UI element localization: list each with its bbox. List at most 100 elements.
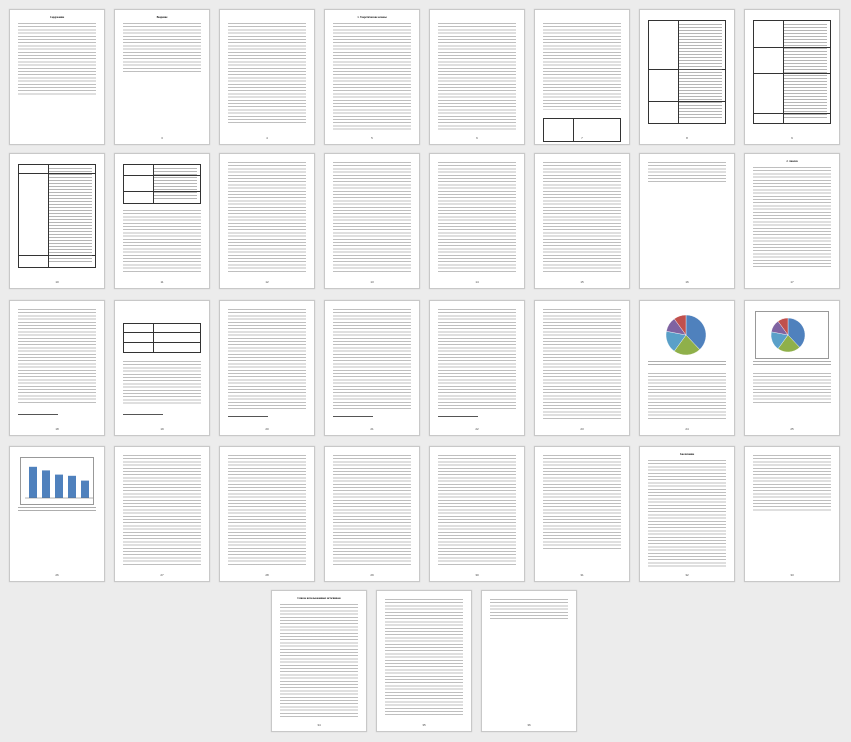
figure-caption xyxy=(648,361,726,367)
page-26[interactable]: 27 xyxy=(114,446,210,582)
text-lines xyxy=(228,455,306,567)
page-number: 5 xyxy=(371,136,373,140)
page-27[interactable]: 28 xyxy=(219,446,315,582)
page-35[interactable]: 36 xyxy=(481,590,577,732)
text-lines xyxy=(543,162,621,274)
page-3[interactable]: 4 xyxy=(219,9,315,145)
text-lines xyxy=(543,23,621,110)
footnote-rule xyxy=(438,416,478,417)
pie-chart-svg xyxy=(665,314,707,356)
page-number: 22 xyxy=(475,427,479,431)
page-18[interactable]: 19 xyxy=(114,300,210,436)
page-8[interactable]: 9 xyxy=(744,9,840,145)
page-24[interactable]: 25 xyxy=(744,300,840,436)
bar-chart xyxy=(20,457,94,505)
text-lines xyxy=(228,309,306,411)
page-17[interactable]: 18 xyxy=(9,300,105,436)
text-lines xyxy=(753,373,831,405)
page-4[interactable]: 1. Теоретические основы 5 xyxy=(324,9,420,145)
page-number: 11 xyxy=(160,280,164,284)
page-number: 18 xyxy=(55,427,59,431)
page-32[interactable]: 33 xyxy=(744,446,840,582)
text-lines xyxy=(123,361,201,405)
text-lines xyxy=(543,455,621,551)
bar xyxy=(81,480,89,498)
page-19[interactable]: 20 xyxy=(219,300,315,436)
contents-lines xyxy=(18,23,96,96)
pie-chart xyxy=(650,311,724,359)
bar xyxy=(29,466,37,498)
text-lines xyxy=(333,23,411,130)
page-14[interactable]: 15 xyxy=(534,153,630,289)
table xyxy=(753,20,831,124)
page-title: Заключение xyxy=(679,453,695,456)
page-title: 1. Теоретические основы xyxy=(357,16,387,19)
page-number: 27 xyxy=(160,573,164,577)
page-number: 29 xyxy=(370,573,374,577)
text-lines xyxy=(333,309,411,411)
page-10[interactable]: 11 xyxy=(114,153,210,289)
page-number: 35 xyxy=(422,723,426,727)
footnote-rule xyxy=(228,416,268,417)
page-30[interactable]: 31 xyxy=(534,446,630,582)
page-title xyxy=(543,16,621,22)
footnote-rule xyxy=(123,414,163,415)
text-lines xyxy=(648,460,726,567)
page-23[interactable]: 24 xyxy=(639,300,735,436)
page-title: 2. Анализ xyxy=(786,160,798,163)
page-number: 19 xyxy=(160,427,164,431)
page-11[interactable]: 12 xyxy=(219,153,315,289)
text-lines xyxy=(438,455,516,567)
page-34[interactable]: 35 xyxy=(376,590,472,732)
page-number: 20 xyxy=(265,427,269,431)
table xyxy=(648,20,726,124)
page-1[interactable]: Содержание xyxy=(9,9,105,145)
page-number: 14 xyxy=(475,280,479,284)
page-title xyxy=(438,16,516,22)
text-lines xyxy=(333,162,411,274)
page-22[interactable]: 23 xyxy=(534,300,630,436)
page-number: 21 xyxy=(370,427,374,431)
page-25[interactable]: 26 xyxy=(9,446,105,582)
page-number: 15 xyxy=(580,280,584,284)
text-lines xyxy=(753,455,831,511)
text-lines xyxy=(543,309,621,421)
page-number: 7 xyxy=(581,136,583,140)
text-lines xyxy=(648,162,726,182)
page-title: Список использованных источников xyxy=(297,597,341,600)
page-29[interactable]: 30 xyxy=(429,446,525,582)
text-lines xyxy=(123,210,201,274)
page-15[interactable]: 16 xyxy=(639,153,735,289)
page-33[interactable]: Список использованных источников 34 xyxy=(271,590,367,732)
page-28[interactable]: 29 xyxy=(324,446,420,582)
page-number: 9 xyxy=(791,136,793,140)
page-number: 3 xyxy=(161,136,163,140)
pie-chart-svg xyxy=(770,317,806,353)
page-number: 32 xyxy=(685,573,689,577)
page-20[interactable]: 21 xyxy=(324,300,420,436)
page-9[interactable]: 10 xyxy=(9,153,105,289)
page-number: 4 xyxy=(266,136,268,140)
page-number: 36 xyxy=(527,723,531,727)
bar-chart-svg xyxy=(25,466,93,499)
page-number: 28 xyxy=(265,573,269,577)
table xyxy=(18,164,96,268)
page-16[interactable]: 2. Анализ 17 xyxy=(744,153,840,289)
figure-caption xyxy=(18,507,96,513)
page-5[interactable]: 6 xyxy=(429,9,525,145)
table xyxy=(123,164,201,204)
page-number: 31 xyxy=(580,573,584,577)
page-21[interactable]: 22 xyxy=(429,300,525,436)
text-lines xyxy=(648,373,726,421)
figure-caption xyxy=(753,361,831,367)
page-number: 8 xyxy=(686,136,688,140)
page-7[interactable]: 8 xyxy=(639,9,735,145)
page-6[interactable]: 7 xyxy=(534,9,630,145)
text-lines xyxy=(753,167,831,268)
page-13[interactable]: 14 xyxy=(429,153,525,289)
page-2[interactable]: Введение 3 xyxy=(114,9,210,145)
table xyxy=(123,323,201,353)
page-12[interactable]: 13 xyxy=(324,153,420,289)
page-number: 23 xyxy=(580,427,584,431)
page-31[interactable]: Заключение 32 xyxy=(639,446,735,582)
